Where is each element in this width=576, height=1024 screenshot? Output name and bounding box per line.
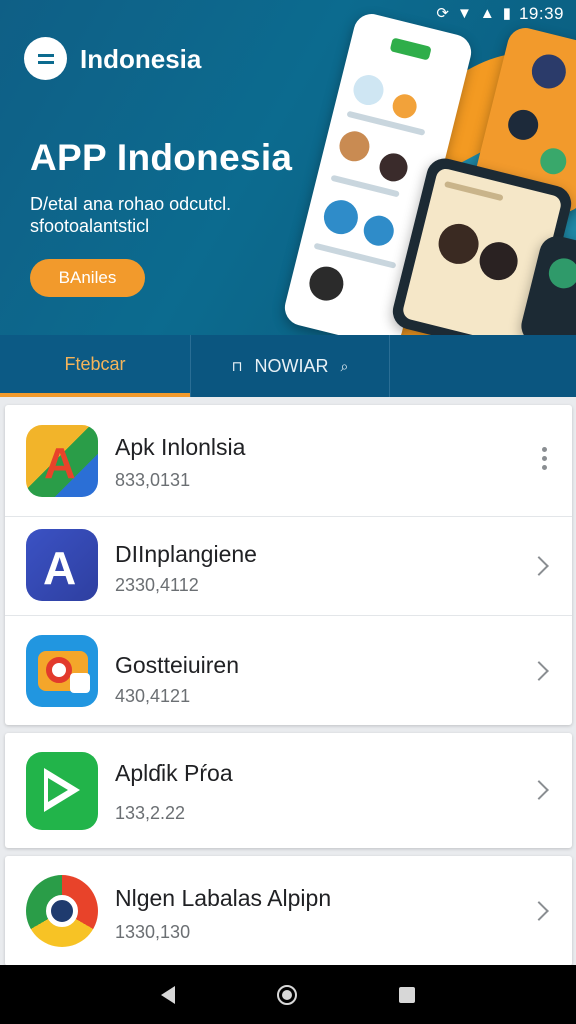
- list-item[interactable]: A Apk Inlonlsia 833,0131: [5, 405, 572, 517]
- back-icon[interactable]: [161, 985, 175, 1004]
- system-nav-bar: [0, 965, 576, 1024]
- app-meta: 833,0131: [115, 470, 191, 490]
- menu-icon: [37, 53, 54, 64]
- app-list-card: Aplɗik Pŕoa 133,2.22: [5, 733, 572, 848]
- app-list-card: A Apk Inlonlsia 833,0131 A DIInplangiene…: [5, 405, 572, 725]
- list-item[interactable]: Aplɗik Pŕoa 133,2.22: [5, 733, 572, 848]
- app-meta: 430,4121: [115, 686, 191, 706]
- app-name: Aplɗik Pŕoa: [115, 760, 233, 786]
- search-icon: ⌕: [340, 357, 349, 374]
- tab-new[interactable]: ⊓ NOWIAR ⌕: [190, 335, 390, 397]
- app-meta: 1330,130: [115, 922, 191, 942]
- wifi-icon: ▼: [456, 5, 472, 22]
- chevron-right-icon: [529, 780, 549, 800]
- bookmark-icon: ⊓: [231, 357, 243, 374]
- tab-featured[interactable]: Ftebcar: [0, 335, 190, 397]
- app-icon-apk: A: [26, 425, 98, 497]
- status-time: 19:39: [518, 4, 564, 23]
- battery-icon: ▮: [502, 5, 511, 22]
- app-meta: 2330,4112: [115, 575, 199, 595]
- app-screen: ⟳ ▼ ▲ ▮ 19:39 Indonesia APP Indonesia D/…: [0, 0, 576, 1024]
- app-name: Apk Inlonlsia: [115, 434, 246, 460]
- app-list-card: Nlgen Labalas Alpipn 1330,130: [5, 856, 572, 966]
- chevron-right-icon: [529, 901, 549, 921]
- app-name: Gostteiuiren: [115, 652, 240, 678]
- header-title: Indonesia: [80, 44, 202, 74]
- signal-icon: ▲: [479, 5, 495, 22]
- status-bar: ⟳ ▼ ▲ ▮ 19:39: [436, 4, 564, 24]
- hero-cta-button[interactable]: BAniles: [30, 259, 145, 297]
- tab-bar: Ftebcar ⊓ NOWIAR ⌕: [0, 335, 576, 397]
- list-item[interactable]: Gostteiuiren 430,4121: [5, 616, 572, 725]
- list-item[interactable]: A DIInplangiene 2330,4112: [5, 517, 572, 615]
- chevron-right-icon: [529, 661, 549, 681]
- list-item[interactable]: Nlgen Labalas Alpipn 1330,130: [5, 856, 572, 966]
- app-icon-browser: [26, 875, 98, 947]
- tab-new-label: NOWIAR: [254, 355, 329, 376]
- sync-icon: ⟳: [436, 5, 449, 22]
- app-meta: 133,2.22: [115, 803, 186, 823]
- recents-icon[interactable]: [399, 986, 415, 1003]
- hero-title: APP Indonesia: [30, 137, 293, 178]
- hero-banner: ⟳ ▼ ▲ ▮ 19:39 Indonesia APP Indonesia D/…: [0, 0, 576, 335]
- app-icon-a: A: [26, 529, 98, 601]
- app-name: Nlgen Labalas Alpipn: [115, 885, 332, 911]
- hero-subtitle: D/etaI ana rohao odcutcl. sfootoalantsti…: [30, 194, 232, 236]
- more-vert-icon[interactable]: [542, 447, 548, 470]
- app-name: DIInplangiene: [115, 541, 257, 567]
- app-icon-gallery: [26, 635, 98, 707]
- app-icon-play: [26, 752, 98, 830]
- home-icon[interactable]: [277, 984, 297, 1005]
- menu-button[interactable]: [24, 37, 67, 80]
- chevron-right-icon: [529, 556, 549, 576]
